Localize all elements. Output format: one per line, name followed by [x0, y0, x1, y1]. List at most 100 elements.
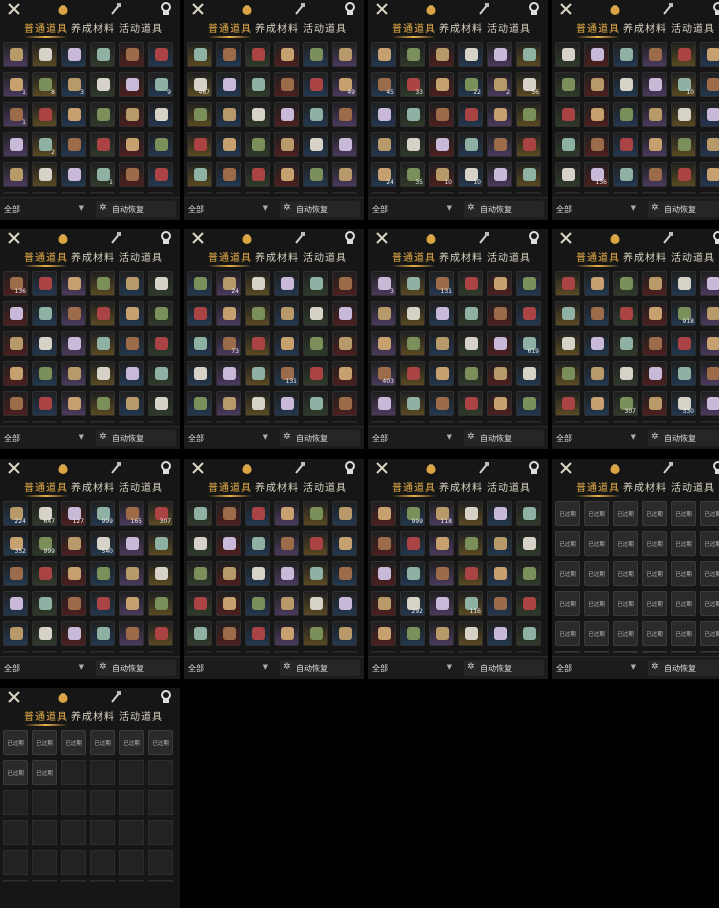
item-slot[interactable]: 49: [332, 72, 357, 97]
item-slot[interactable]: [516, 421, 541, 423]
item-slot[interactable]: [584, 391, 609, 416]
expired-item-slot[interactable]: 已过期: [3, 730, 28, 755]
item-slot[interactable]: 33: [400, 72, 425, 97]
item-slot[interactable]: [3, 301, 28, 326]
item-slot[interactable]: [148, 271, 173, 296]
item-slot[interactable]: 45: [371, 72, 396, 97]
item-slot[interactable]: [303, 132, 328, 157]
item-slot[interactable]: 1: [3, 72, 28, 97]
item-slot[interactable]: 35: [400, 162, 425, 187]
item-slot[interactable]: 999: [642, 421, 667, 423]
item-slot[interactable]: [642, 162, 667, 187]
item-slot[interactable]: [671, 361, 696, 386]
item-slot[interactable]: [32, 561, 57, 586]
item-slot[interactable]: 73: [216, 331, 241, 356]
item-slot[interactable]: [61, 192, 86, 194]
item-slot[interactable]: [332, 621, 357, 646]
item-slot[interactable]: [400, 301, 425, 326]
gold-pouch-icon[interactable]: [423, 1, 439, 17]
item-slot[interactable]: [187, 651, 212, 653]
badge-gem-icon[interactable]: [158, 1, 174, 17]
item-slot[interactable]: [187, 132, 212, 157]
tab-growth-materials[interactable]: 养成材料: [255, 249, 299, 264]
item-slot[interactable]: [245, 591, 270, 616]
item-slot[interactable]: [274, 102, 299, 127]
item-slot[interactable]: [245, 271, 270, 296]
tab-common-items[interactable]: 普通道具: [208, 20, 252, 38]
item-slot[interactable]: [187, 621, 212, 646]
item-slot[interactable]: [3, 42, 28, 67]
item-slot[interactable]: 3: [61, 72, 86, 97]
item-slot[interactable]: [274, 162, 299, 187]
item-slot[interactable]: [32, 162, 57, 187]
item-slot[interactable]: 2: [487, 72, 512, 97]
item-slot[interactable]: [429, 301, 454, 326]
tab-growth-materials[interactable]: 养成材料: [255, 20, 299, 35]
item-slot[interactable]: [148, 361, 173, 386]
item-slot[interactable]: [671, 192, 696, 194]
item-slot[interactable]: [216, 501, 241, 526]
item-slot[interactable]: [555, 102, 580, 127]
item-slot[interactable]: [303, 561, 328, 586]
item-slot[interactable]: [303, 591, 328, 616]
tab-event-items[interactable]: 活动道具: [119, 20, 163, 35]
tab-growth-materials[interactable]: 养成材料: [71, 20, 115, 35]
item-slot[interactable]: [90, 391, 115, 416]
item-slot[interactable]: [332, 301, 357, 326]
item-slot[interactable]: [429, 621, 454, 646]
item-slot[interactable]: [400, 651, 425, 653]
expired-item-slot[interactable]: 已过期: [61, 730, 86, 755]
item-slot[interactable]: [371, 331, 396, 356]
tab-growth-materials[interactable]: 养成材料: [439, 20, 483, 35]
tab-event-items[interactable]: 活动道具: [119, 708, 163, 723]
crossed-swords-icon[interactable]: [190, 230, 206, 246]
expired-item-slot[interactable]: 已过期: [642, 621, 667, 646]
expired-item-slot[interactable]: 已过期: [671, 501, 696, 526]
item-slot[interactable]: [516, 651, 541, 653]
item-slot[interactable]: [187, 531, 212, 556]
item-slot[interactable]: [487, 501, 512, 526]
item-slot[interactable]: [119, 132, 144, 157]
item-slot[interactable]: 10: [429, 162, 454, 187]
crossed-swords-icon[interactable]: [558, 460, 574, 476]
item-slot[interactable]: [148, 621, 173, 646]
item-slot[interactable]: [458, 361, 483, 386]
expired-item-slot[interactable]: 已过期: [700, 501, 719, 526]
expired-item-slot[interactable]: 已过期: [642, 561, 667, 586]
auto-restore-button[interactable]: ✲ 自动恢复: [648, 201, 719, 217]
item-slot[interactable]: [516, 102, 541, 127]
item-slot[interactable]: 467: [187, 72, 212, 97]
item-slot[interactable]: [274, 301, 299, 326]
item-slot[interactable]: [458, 192, 483, 194]
item-slot[interactable]: [119, 331, 144, 356]
item-slot[interactable]: 131: [429, 271, 454, 296]
item-slot[interactable]: [187, 271, 212, 296]
item-slot[interactable]: [119, 162, 144, 187]
item-slot[interactable]: [274, 531, 299, 556]
item-slot[interactable]: [642, 72, 667, 97]
tab-growth-materials[interactable]: 养成材料: [439, 249, 483, 264]
item-slot[interactable]: [3, 132, 28, 157]
item-slot[interactable]: [613, 271, 638, 296]
item-slot[interactable]: [400, 271, 425, 296]
item-slot[interactable]: [429, 361, 454, 386]
item-slot[interactable]: [61, 331, 86, 356]
item-slot[interactable]: [303, 162, 328, 187]
item-slot[interactable]: [61, 561, 86, 586]
item-slot[interactable]: 330: [671, 391, 696, 416]
tab-event-items[interactable]: 活动道具: [119, 249, 163, 264]
item-slot[interactable]: [487, 531, 512, 556]
item-slot[interactable]: [487, 132, 512, 157]
item-slot[interactable]: [700, 102, 719, 127]
item-slot[interactable]: [119, 192, 144, 194]
item-slot[interactable]: [3, 361, 28, 386]
item-slot[interactable]: 8: [32, 72, 57, 97]
item-slot[interactable]: [400, 421, 425, 423]
item-slot[interactable]: [642, 132, 667, 157]
item-slot[interactable]: [148, 591, 173, 616]
item-slot[interactable]: [274, 621, 299, 646]
tab-common-items[interactable]: 普通道具: [24, 249, 68, 267]
expired-item-slot[interactable]: 已过期: [32, 760, 57, 785]
item-slot[interactable]: [90, 132, 115, 157]
quill-scroll-icon[interactable]: [108, 1, 124, 17]
